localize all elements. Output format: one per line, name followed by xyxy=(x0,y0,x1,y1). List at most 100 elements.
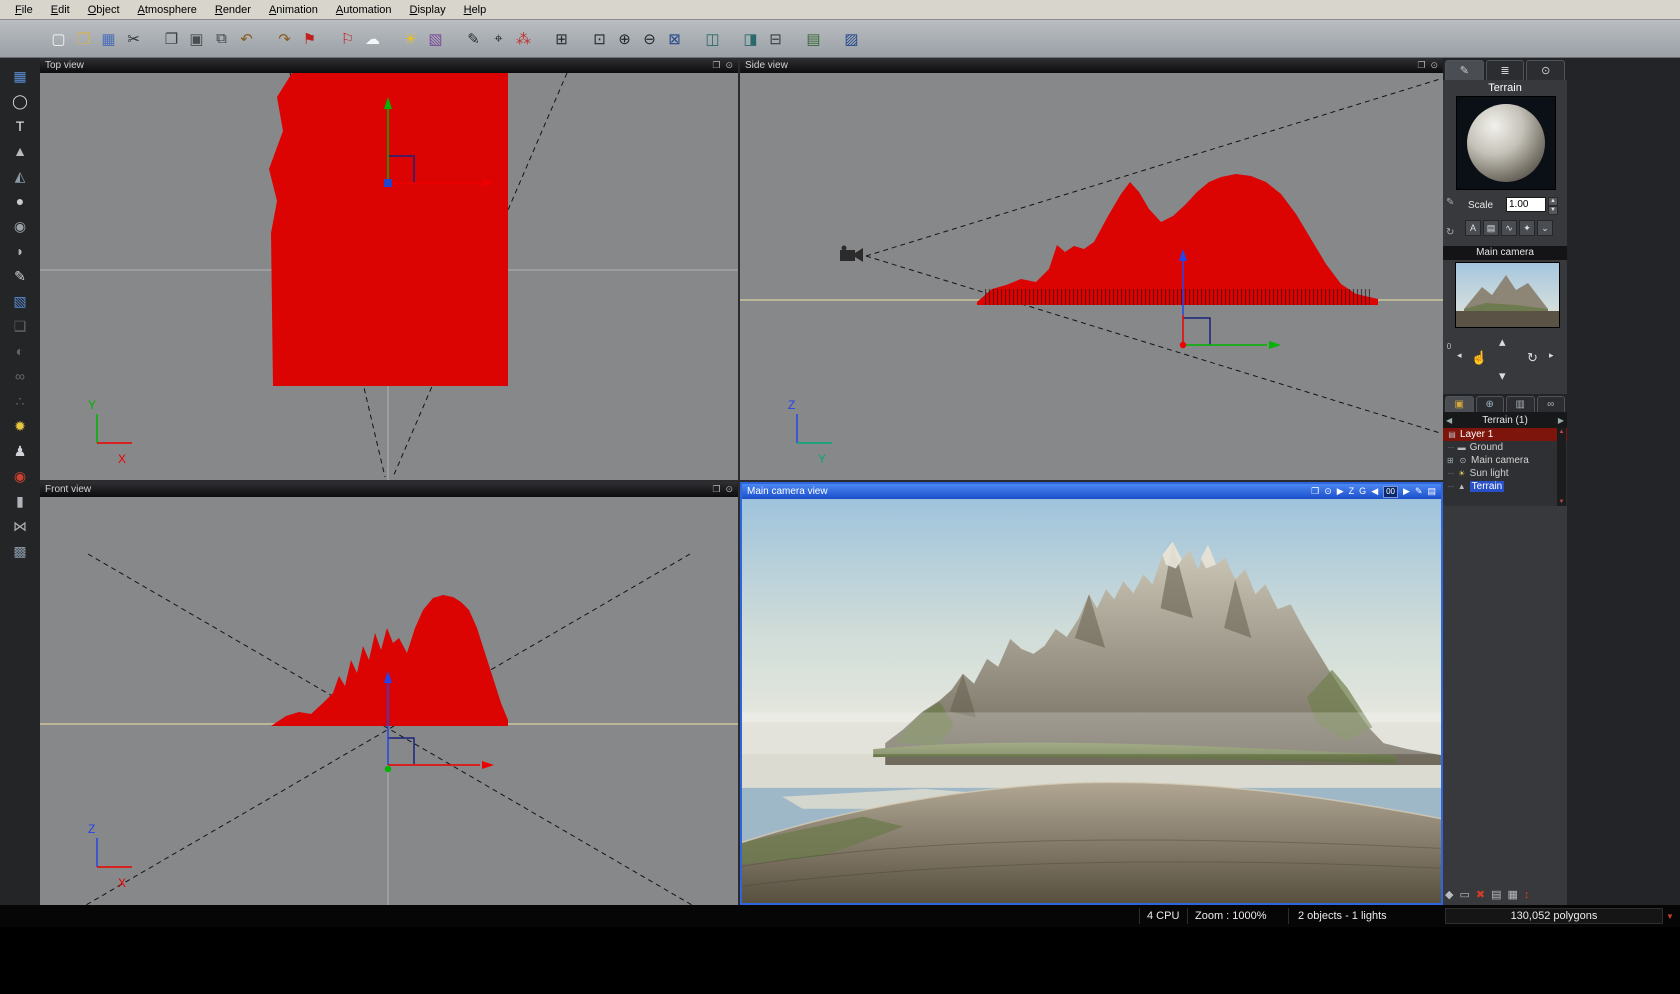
viewport-side[interactable]: Side view ❐ ⊙ Z Y xyxy=(740,58,1443,480)
effects-button[interactable]: ✦ xyxy=(1519,220,1535,236)
tilt-up-icon[interactable]: ▴ xyxy=(1499,334,1506,350)
view-options-icon[interactable]: ▤ xyxy=(1427,487,1436,496)
menu-atmosphere[interactable]: Atmosphere xyxy=(129,1,206,19)
render-view-icon[interactable]: ⊙ xyxy=(1324,487,1332,496)
tool-rock[interactable]: ◉ xyxy=(8,216,32,236)
step-right-icon[interactable]: ▸ xyxy=(1549,350,1554,361)
tool-group[interactable]: ❑ xyxy=(8,316,32,336)
tool-metaballs[interactable]: ∞ xyxy=(8,366,32,386)
tool-dome[interactable]: ◗ xyxy=(8,241,32,261)
pick-object-button[interactable]: ⚐ xyxy=(335,26,360,52)
tool-particles[interactable]: ∴ xyxy=(8,391,32,411)
layer-row-ground[interactable]: ···· ▬ Ground xyxy=(1443,441,1567,454)
menu-help[interactable]: Help xyxy=(455,1,496,19)
resize-icon[interactable]: ↕ xyxy=(1524,889,1530,901)
paint-material-button[interactable]: ✎ xyxy=(461,26,486,52)
browser-next-icon[interactable]: ▶ xyxy=(1555,416,1567,425)
browser-tab-library[interactable]: ▥ xyxy=(1506,396,1535,412)
tool-walkthrough[interactable]: ♟ xyxy=(8,441,32,461)
tree-scrollbar[interactable]: ▲ ▼ xyxy=(1557,428,1566,506)
front-view-canvas[interactable]: Z X xyxy=(40,497,738,905)
render-options-button[interactable]: ▤ xyxy=(801,26,826,52)
materials-button[interactable]: ⁂ xyxy=(511,26,536,52)
redo-button[interactable]: ↷ xyxy=(272,26,297,52)
main-camera-titlebar[interactable]: Main camera view ❐ ⊙ ▶ Z G ◀ 00 ▶ ✎ ▤ xyxy=(742,484,1441,499)
new-scene-button[interactable]: ▢ xyxy=(46,26,71,52)
expander-icon[interactable]: ⊞ xyxy=(1447,456,1455,465)
camera-gizmo-icon[interactable] xyxy=(840,245,863,263)
play-icon[interactable]: ▶ xyxy=(1337,487,1344,496)
delete-icon[interactable]: ✖ xyxy=(1476,888,1485,901)
tool-boolean[interactable]: ◐ xyxy=(8,341,32,361)
next-frame-icon[interactable]: ▶ xyxy=(1403,487,1410,496)
zoom-out-button[interactable]: ⊖ xyxy=(637,26,662,52)
zoom-mode-icon[interactable]: Z xyxy=(1349,487,1355,496)
scale-input[interactable] xyxy=(1506,197,1546,212)
zoom-selection-button[interactable]: ⊡ xyxy=(587,26,612,52)
tab-aspect[interactable]: ✎ xyxy=(1445,60,1484,80)
tool-text[interactable]: T xyxy=(8,116,32,136)
tab-numerics[interactable]: ≣ xyxy=(1485,60,1525,80)
tab-animation[interactable]: ⊙ xyxy=(1526,60,1566,80)
undo-button[interactable]: ↶ xyxy=(234,26,259,52)
tool-cube[interactable]: ▧ xyxy=(8,291,32,311)
layer-row-terrain[interactable]: ···· ▲ Terrain xyxy=(1443,480,1567,493)
drop-object-button[interactable]: ⚑ xyxy=(297,26,322,52)
front-view-titlebar[interactable]: Front view ❐ ⊙ xyxy=(40,482,738,497)
zoom-document-button[interactable]: ⊞ xyxy=(549,26,574,52)
layer-row-main-camera[interactable]: ⊞ ⊙ Main camera xyxy=(1443,454,1567,467)
more-button[interactable]: ⌄ xyxy=(1537,220,1553,236)
render-view-icon[interactable]: ⊙ xyxy=(725,61,733,70)
lock-icon[interactable]: ▤ xyxy=(1491,888,1501,901)
browser-tab-world[interactable]: ⊕ xyxy=(1475,396,1504,412)
tool-circle[interactable]: ◯ xyxy=(8,91,32,111)
tool-terrain[interactable]: ▲ xyxy=(8,141,32,161)
maximize-view-icon[interactable]: ❐ xyxy=(1311,487,1319,496)
tool-magic-cube[interactable]: ▩ xyxy=(8,541,32,561)
layout-panels-2-button[interactable]: ◨ xyxy=(738,26,763,52)
layer-row-layer-1[interactable]: ▤ Layer 1 xyxy=(1443,428,1567,441)
edit-material-button[interactable]: A xyxy=(1465,220,1481,236)
open-button[interactable]: ❒ xyxy=(71,26,96,52)
save-button[interactable]: ▦ xyxy=(96,26,121,52)
maximize-view-icon[interactable]: ❐ xyxy=(1417,61,1425,70)
paste-button[interactable]: ▣ xyxy=(184,26,209,52)
chevron-down-icon[interactable]: ▼ xyxy=(1666,912,1674,921)
top-view-canvas[interactable]: Y X xyxy=(40,73,738,480)
menu-render[interactable]: Render xyxy=(206,1,260,19)
duplicate-button[interactable]: ⧉ xyxy=(209,26,234,52)
tool-procedural-terrain[interactable]: ◭ xyxy=(8,166,32,186)
fit-view-button[interactable]: ⊠ xyxy=(662,26,687,52)
orbit-icon[interactable]: ↻ xyxy=(1527,350,1538,366)
tool-pen[interactable]: ✎ xyxy=(8,266,32,286)
tool-mirror[interactable]: ⋈ xyxy=(8,516,32,536)
annotate-icon[interactable]: ✎ xyxy=(1415,487,1423,496)
step-left-icon[interactable]: ◂ xyxy=(1457,350,1462,361)
atmosphere-clouds-button[interactable]: ☁ xyxy=(360,26,385,52)
viewport-main-camera[interactable]: Main camera view ❐ ⊙ ▶ Z G ◀ 00 ▶ ✎ ▤ xyxy=(740,482,1443,905)
animation-setup-button[interactable]: ⊟ xyxy=(763,26,788,52)
layout-panels-button[interactable]: ◫ xyxy=(700,26,725,52)
camera-preview-thumbnail[interactable] xyxy=(1455,262,1560,328)
trash-icon[interactable]: ▭ xyxy=(1459,888,1469,901)
menu-animation[interactable]: Animation xyxy=(260,1,327,19)
menu-object[interactable]: Object xyxy=(79,1,129,19)
render-button[interactable]: ▨ xyxy=(839,26,864,52)
tool-selection-grid[interactable]: ▦ xyxy=(8,66,32,86)
tool-column[interactable]: ▮ xyxy=(8,491,32,511)
new-layer-icon[interactable]: ◆ xyxy=(1445,888,1453,901)
viewport-front[interactable]: Front view ❐ ⊙ Z X xyxy=(40,482,738,905)
edit-object-button[interactable]: ▧ xyxy=(423,26,448,52)
render-view-icon[interactable]: ⊙ xyxy=(1430,61,1438,70)
pan-hand-icon[interactable]: ☝ xyxy=(1471,350,1487,366)
layer-row-sun-light[interactable]: ···· ☀ Sun light xyxy=(1443,467,1567,480)
copy-button[interactable]: ❐ xyxy=(159,26,184,52)
tool-light[interactable]: ✹ xyxy=(8,416,32,436)
browser-tab-links[interactable]: ∞ xyxy=(1536,396,1565,412)
material-preview[interactable] xyxy=(1456,96,1556,190)
side-view-canvas[interactable]: Z Y xyxy=(740,73,1443,480)
terrain-profile[interactable] xyxy=(977,174,1378,305)
menu-display[interactable]: Display xyxy=(401,1,455,19)
smooth-button[interactable]: ∿ xyxy=(1501,220,1517,236)
maximize-view-icon[interactable]: ❐ xyxy=(712,485,720,494)
